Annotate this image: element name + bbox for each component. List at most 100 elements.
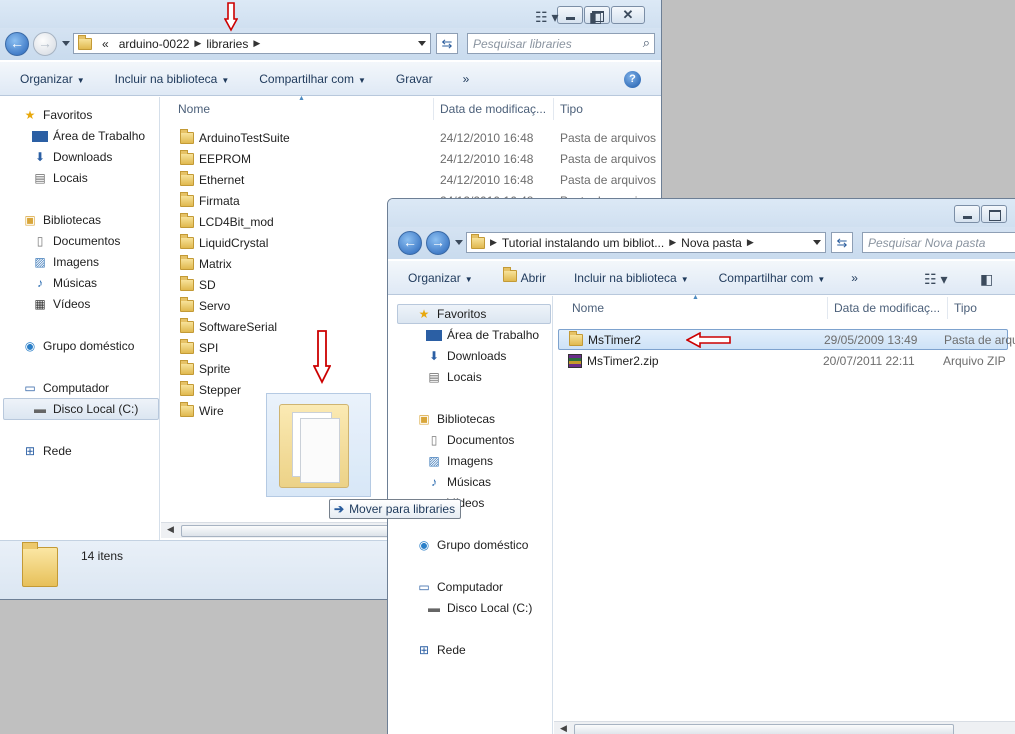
nav-favorites[interactable]: ★ Favoritos (22, 108, 93, 122)
forward-button[interactable]: → (426, 231, 450, 255)
nav-downloads[interactable]: ⬇ Downloads (426, 349, 506, 363)
nav-computer[interactable]: ▭ Computador (22, 381, 109, 395)
address-dropdown-icon[interactable] (418, 41, 426, 46)
view-options-icon[interactable]: ☷ ▾ (924, 271, 947, 288)
annotation-down-arrow-icon (313, 330, 331, 384)
nav-local-disk[interactable]: ▬ Disco Local (C:) (426, 601, 532, 615)
nav-documents[interactable]: ▯ Documentos (426, 433, 515, 447)
column-type[interactable]: Tipo (554, 98, 661, 120)
include-in-library-button[interactable]: Incluir na biblioteca ▼ (574, 271, 689, 285)
disk-drive-icon: ▬ (34, 402, 46, 416)
file-row[interactable]: ArduinoTestSuite 24/12/2010 16:48 Pasta de… (180, 127, 661, 148)
file-name: LCD4Bit_mod (199, 214, 274, 229)
breadcrumb-tutorial[interactable]: Tutorial instalando um bibliot... (502, 236, 664, 250)
breadcrumb-separator-icon[interactable]: ▶ (669, 237, 676, 248)
file-row[interactable]: MsTimer2.zip 20/07/2011 22:11 Arquivo ZIP (558, 350, 1008, 371)
recent-pages-dropdown[interactable] (62, 41, 70, 46)
star-icon: ★ (418, 307, 430, 321)
nav-desktop[interactable]: Área de Trabalho (426, 328, 539, 342)
nav-videos[interactable]: ▦Vídeos (32, 297, 90, 311)
address-dropdown-icon[interactable] (813, 240, 821, 245)
nav-homegroup[interactable]: ◉ Grupo doméstico (416, 538, 529, 552)
file-name: ArduinoTestSuite (199, 130, 290, 145)
nav-pictures[interactable]: ▨ Imagens (426, 454, 493, 468)
nav-pictures[interactable]: ▨ Imagens (32, 255, 99, 269)
breadcrumb-arduino-0022[interactable]: arduino-0022 (119, 37, 190, 51)
minimize-button[interactable] (557, 6, 583, 24)
nav-homegroup[interactable]: ◉ Grupo doméstico (22, 339, 135, 353)
breadcrumb-separator-icon[interactable]: ▶ (747, 237, 754, 248)
nav-music[interactable]: ♪ Músicas (32, 276, 97, 290)
preview-pane-icon[interactable]: ◧ (980, 271, 993, 288)
desktop-icon (426, 329, 442, 341)
preview-pane-icon[interactable]: ◧ (589, 9, 602, 26)
back-button[interactable]: ← (398, 231, 422, 255)
nav-places[interactable]: ▤ Locais (32, 171, 87, 185)
nav-favorites[interactable]: ★ Favoritos (416, 307, 487, 321)
scroll-thumb[interactable] (574, 724, 954, 734)
folder-icon (180, 359, 194, 375)
share-with-button[interactable]: Compartilhar com ▼ (259, 72, 366, 86)
more-commands-button[interactable]: » (851, 271, 858, 285)
nav-libraries[interactable]: ▣ Bibliotecas (416, 412, 495, 426)
refresh-button[interactable]: ⇆ (831, 232, 853, 253)
open-button[interactable]: Abrir (502, 267, 546, 285)
nav-libraries[interactable]: ▣ Bibliotecas (22, 213, 101, 227)
address-bar[interactable]: « arduino-0022 ▶ libraries ▶ (73, 33, 431, 54)
folder-icon (180, 317, 194, 333)
file-name: SD (199, 277, 216, 292)
help-icon[interactable]: ? (624, 71, 641, 88)
forward-button[interactable]: → (33, 32, 57, 56)
desktop-icon (32, 130, 48, 142)
nav-local-disk[interactable]: ▬ Disco Local (C:) (32, 402, 138, 416)
refresh-button[interactable]: ⇆ (436, 33, 458, 54)
nav-music[interactable]: ♪ Músicas (426, 475, 491, 489)
nav-downloads[interactable]: ⬇ Downloads (32, 150, 112, 164)
file-name: Ethernet (199, 172, 245, 187)
search-placeholder: Pesquisar libraries (473, 37, 572, 51)
include-in-library-button[interactable]: Incluir na biblioteca ▼ (115, 72, 230, 86)
organize-button[interactable]: Organizar ▼ (20, 72, 85, 86)
column-date-modified[interactable]: Data de modificaç... (828, 297, 948, 319)
nav-network[interactable]: ⊞ Rede (416, 643, 466, 657)
minimize-button[interactable] (954, 205, 980, 223)
address-row: ← → « arduino-0022 ▶ libraries ▶ ⇆ Pesqu… (0, 28, 661, 60)
file-row[interactable]: MsTimer2 29/05/2009 13:49 Pasta de arquivo… (558, 329, 1015, 350)
more-commands-button[interactable]: » (463, 72, 470, 86)
maximize-button[interactable] (981, 205, 1007, 223)
column-date-modified[interactable]: Data de modificaç... (434, 98, 554, 120)
breadcrumb-nova-pasta[interactable]: Nova pasta (681, 236, 742, 250)
address-bar[interactable]: ▶ Tutorial instalando um bibliot... ▶ No… (466, 232, 826, 253)
share-with-button[interactable]: Compartilhar com ▼ (719, 271, 826, 285)
breadcrumb-separator-icon[interactable]: ▶ (253, 38, 260, 49)
folder-icon (471, 233, 485, 249)
file-row[interactable]: Ethernet 24/12/2010 16:48 Pasta de arquivo… (180, 169, 661, 190)
column-type[interactable]: Tipo (948, 297, 1015, 319)
nav-network[interactable]: ⊞ Rede (22, 444, 72, 458)
back-button[interactable]: ← (5, 32, 29, 56)
file-date: 29/05/2009 13:49 (824, 332, 918, 347)
file-row[interactable]: EEPROM 24/12/2010 16:48 Pasta de arquivos (180, 148, 661, 169)
breadcrumb-separator-icon[interactable]: ▶ (490, 237, 497, 248)
nav-computer[interactable]: ▭ Computador (416, 580, 503, 594)
organize-button[interactable]: Organizar ▼ (408, 271, 473, 285)
search-icon[interactable]: ⌕ (643, 35, 650, 51)
burn-button[interactable]: Gravar (396, 72, 433, 86)
recent-pages-dropdown[interactable] (455, 240, 463, 245)
horizontal-scrollbar[interactable]: ◀ (554, 721, 1015, 734)
nav-documents[interactable]: ▯ Documentos (32, 234, 121, 248)
nav-places[interactable]: ▤ Locais (426, 370, 481, 384)
address-overflow[interactable]: « (102, 37, 109, 51)
folder-icon (180, 170, 194, 186)
scroll-left-icon[interactable]: ◀ (167, 524, 174, 535)
search-input[interactable]: Pesquisar libraries ⌕ (467, 33, 655, 54)
search-input[interactable]: Pesquisar Nova pasta (862, 232, 1015, 253)
nav-desktop[interactable]: Área de Trabalho (32, 129, 145, 143)
breadcrumb-separator-icon[interactable]: ▶ (194, 38, 201, 49)
close-button[interactable]: ✕ (611, 6, 645, 24)
scroll-left-icon[interactable]: ◀ (560, 723, 567, 734)
breadcrumb-libraries[interactable]: libraries (206, 37, 248, 51)
folder-icon (180, 296, 194, 312)
view-options-icon[interactable]: ☷ ▾ (535, 9, 558, 26)
folder-icon (180, 380, 194, 396)
